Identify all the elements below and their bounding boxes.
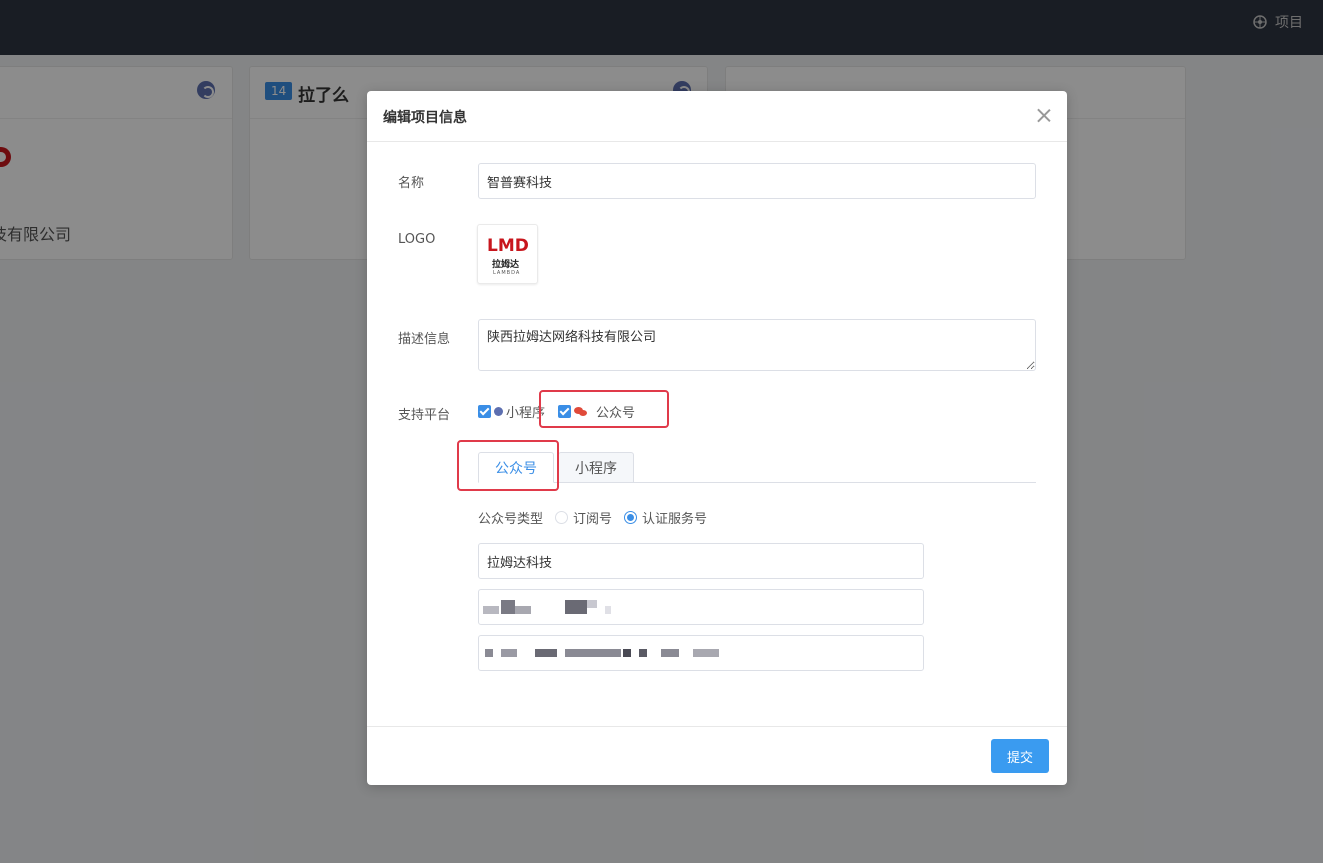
dialog-footer-divider (367, 726, 1067, 727)
logo-upload[interactable]: LMD 拉姆达 LAMBDA (477, 224, 538, 284)
mini-program-checkbox[interactable] (478, 405, 491, 418)
mini-program-icon (494, 407, 503, 416)
account-type-radio-group: 公众号类型 订阅号 认证服务号 (478, 508, 707, 527)
annotation-highlight-checkbox (539, 390, 669, 428)
description-label: 描述信息 (398, 332, 451, 347)
subscription-radio[interactable] (555, 511, 569, 524)
logo-chinese-text: 拉姆达 (492, 260, 520, 270)
account-name-input[interactable] (478, 543, 924, 579)
account-type-label: 公众号类型 (478, 512, 544, 527)
edit-project-dialog: 编辑项目信息 名称 LOGO LMD 拉姆达 LAMBDA 描述信息 陕西拉姆达… (367, 91, 1067, 785)
dialog-title: 编辑项目信息 (383, 110, 467, 126)
submit-button[interactable]: 提交 (991, 739, 1049, 773)
description-textarea[interactable]: 陕西拉姆达网络科技有限公司 (478, 319, 1036, 371)
subscription-label[interactable]: 订阅号 (573, 508, 612, 527)
tab-mini-program[interactable]: 小程序 (558, 452, 634, 483)
logo-label: LOGO (398, 232, 436, 247)
name-input[interactable] (478, 163, 1036, 199)
close-icon[interactable] (1037, 108, 1051, 122)
logo-english-text: LAMBDA (493, 270, 521, 276)
logo-mark: LMD (487, 236, 529, 256)
app-id-input[interactable] (478, 589, 924, 625)
app-secret-input[interactable] (478, 635, 924, 671)
service-account-label[interactable]: 认证服务号 (642, 508, 707, 527)
service-account-radio[interactable] (624, 511, 638, 524)
platform-label: 支持平台 (398, 408, 451, 423)
name-label: 名称 (398, 176, 425, 191)
tabs-divider (478, 482, 1036, 483)
dialog-header: 编辑项目信息 (367, 91, 1067, 142)
tab-official-account[interactable]: 公众号 (478, 452, 554, 483)
